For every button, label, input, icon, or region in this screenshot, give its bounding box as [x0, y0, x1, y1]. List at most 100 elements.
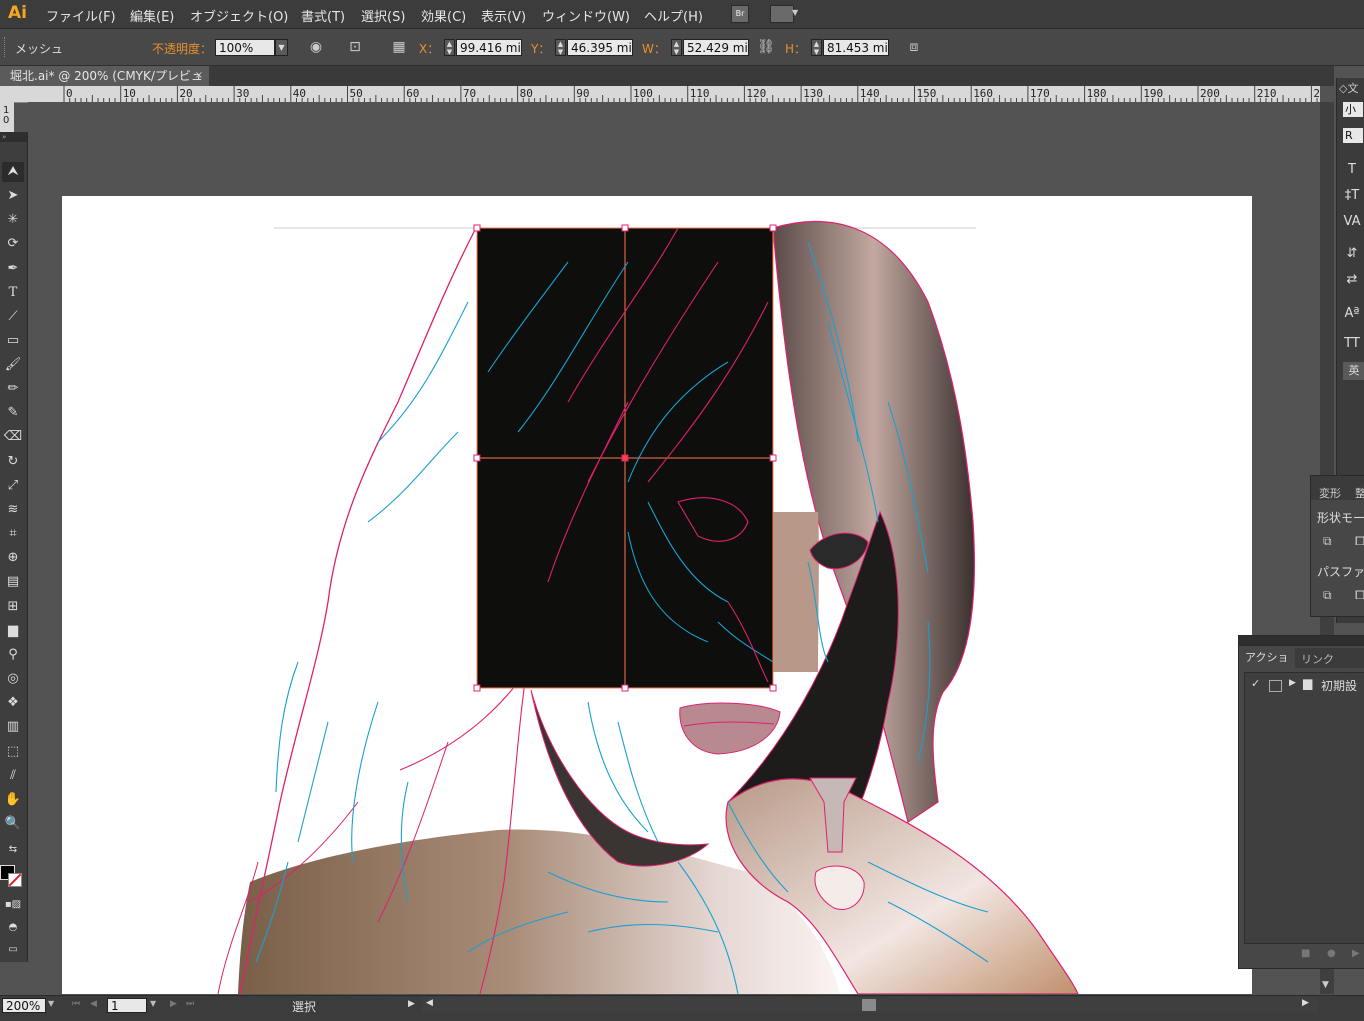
- selection-tool-icon[interactable]: ⮝: [2, 162, 24, 182]
- tab-links[interactable]: リンク: [1301, 651, 1334, 667]
- opacity-field[interactable]: 100%: [215, 39, 275, 56]
- stop-icon[interactable]: ■: [1301, 948, 1310, 959]
- record-icon[interactable]: ●: [1327, 948, 1336, 959]
- menu-help[interactable]: ヘルプ(H): [644, 6, 703, 25]
- dialog-toggle-icon[interactable]: [1269, 680, 1282, 692]
- first-artboard-icon[interactable]: ⏮: [72, 999, 80, 1009]
- screen-mode-icon[interactable]: ▭: [2, 940, 24, 960]
- horizontal-scale-icon[interactable]: ⇄: [1341, 270, 1363, 290]
- hand-tool-icon[interactable]: ✋: [2, 790, 24, 810]
- lasso-tool-icon[interactable]: ⟳: [2, 234, 24, 254]
- list-item[interactable]: ✓ ▶ ▆ 初期設: [1245, 675, 1364, 695]
- horizontal-ruler[interactable]: 0 10 20 30 40 50 60 70 80 90 100 110 120 130 140 150 160…: [14, 86, 1320, 103]
- y-field[interactable]: 46.395 mi: [567, 39, 633, 56]
- baseline-shift-icon[interactable]: Aª: [1341, 304, 1363, 324]
- unite-icon[interactable]: ⧉: [1323, 534, 1332, 549]
- close-icon[interactable]: ×: [195, 66, 203, 86]
- magic-wand-tool-icon[interactable]: ✳: [2, 210, 24, 230]
- zoom-tool-icon[interactable]: 🔍: [2, 814, 24, 834]
- warp-tool-icon[interactable]: ≋: [2, 500, 24, 520]
- bridge-icon[interactable]: Br: [731, 5, 749, 23]
- perspective-grid-tool-icon[interactable]: ▤: [2, 572, 24, 592]
- canvas-area[interactable]: [28, 102, 1320, 994]
- rectangle-tool-icon[interactable]: ▭: [2, 331, 24, 351]
- isolate-icon[interactable]: ⊡: [346, 38, 364, 56]
- play-icon[interactable]: ▶: [1352, 948, 1360, 959]
- slice-tool-icon[interactable]: ⫽: [2, 766, 24, 786]
- status-menu-icon[interactable]: ▶: [408, 999, 415, 1009]
- scale-tool-icon[interactable]: ⤢: [2, 476, 24, 496]
- w-field[interactable]: 52.429 mi: [683, 39, 749, 56]
- opacity-label[interactable]: 不透明度：: [152, 40, 212, 57]
- character-panel-tab[interactable]: ◇文: [1339, 80, 1358, 96]
- y-label[interactable]: Y：: [531, 40, 550, 57]
- artboard-dropdown-icon[interactable]: ▼: [150, 999, 156, 1008]
- line-tool-icon[interactable]: ⟋: [2, 307, 24, 327]
- menu-edit[interactable]: 編集(E): [130, 6, 174, 25]
- type-tool-icon[interactable]: T: [2, 283, 24, 303]
- tab-transform[interactable]: 変形: [1319, 485, 1341, 501]
- stroke-swatch[interactable]: [8, 873, 22, 887]
- minus-front-icon[interactable]: ⧠: [1355, 534, 1364, 549]
- artboard-tool-icon[interactable]: ⬚: [2, 742, 24, 762]
- menu-file[interactable]: ファイル(F): [46, 6, 116, 25]
- menu-view[interactable]: 表示(V): [481, 6, 526, 25]
- scroll-right-icon[interactable]: ▶: [1302, 998, 1309, 1008]
- rotate-tool-icon[interactable]: ↻: [2, 452, 24, 472]
- shape-builder-tool-icon[interactable]: ⊕: [2, 548, 24, 568]
- ruler-origin[interactable]: [0, 86, 14, 102]
- zoom-dropdown-icon[interactable]: ▼: [48, 999, 54, 1008]
- caps-icon[interactable]: TT: [1341, 334, 1363, 354]
- font-style-field[interactable]: R: [1343, 128, 1363, 143]
- artboard-number-field[interactable]: 1: [107, 998, 147, 1013]
- h-field[interactable]: 81.453 mi: [823, 39, 889, 56]
- blend-tool-icon[interactable]: ◎: [2, 669, 24, 689]
- x-label[interactable]: X：: [419, 40, 439, 57]
- last-artboard-icon[interactable]: ⏭: [186, 999, 194, 1009]
- mesh-tool-icon[interactable]: ⊞: [2, 597, 24, 617]
- next-artboard-icon[interactable]: ▶: [170, 999, 177, 1009]
- x-field[interactable]: 99.416 mi: [456, 39, 522, 56]
- tab-align[interactable]: 整: [1355, 485, 1364, 501]
- direct-selection-tool-icon[interactable]: ➤: [2, 186, 24, 206]
- w-label[interactable]: W：: [642, 40, 666, 57]
- y-stepper-icon[interactable]: ▲ ▼: [555, 39, 566, 56]
- vertical-scale-icon[interactable]: ⇵: [1341, 244, 1363, 264]
- horizontal-scrollbar[interactable]: ◀ ▶: [422, 997, 1318, 1013]
- symbol-sprayer-tool-icon[interactable]: ❖: [2, 693, 24, 713]
- divide-icon[interactable]: ⧉: [1323, 588, 1332, 603]
- prev-artboard-icon[interactable]: ◀: [90, 999, 97, 1009]
- swap-colors-icon[interactable]: ⇆: [2, 840, 24, 860]
- menu-type[interactable]: 書式(T): [301, 6, 345, 25]
- transform-icon[interactable]: ⧈: [905, 38, 923, 56]
- eraser-tool-icon[interactable]: ⌫: [2, 427, 24, 447]
- column-graph-tool-icon[interactable]: ▥: [2, 717, 24, 737]
- chevron-down-icon[interactable]: ▼: [792, 8, 798, 17]
- menu-object[interactable]: オブジェクト(O): [190, 6, 288, 25]
- gradient-tool-icon[interactable]: ▆: [2, 621, 24, 641]
- leading-icon[interactable]: ‡T: [1341, 186, 1363, 206]
- paintbrush-tool-icon[interactable]: 🖌: [2, 355, 24, 375]
- menu-effect[interactable]: 効果(C): [421, 6, 466, 25]
- eyedropper-tool-icon[interactable]: ⚲: [2, 645, 24, 665]
- pen-tool-icon[interactable]: ✒: [2, 259, 24, 279]
- font-size-icon[interactable]: T: [1341, 160, 1363, 180]
- x-stepper-icon[interactable]: ▲ ▼: [444, 39, 455, 56]
- h-stepper-icon[interactable]: ▲ ▼: [811, 39, 822, 56]
- vertical-ruler[interactable]: 1 0: [0, 102, 14, 132]
- pencil-tool-icon[interactable]: ✏: [2, 379, 24, 399]
- free-transform-tool-icon[interactable]: ⌗: [2, 524, 24, 544]
- zoom-field[interactable]: 200%: [2, 998, 46, 1013]
- recolor-icon[interactable]: ◉: [307, 38, 325, 56]
- color-mode-icon[interactable]: ▪▨: [2, 895, 24, 915]
- constrain-link-icon[interactable]: ⛓: [757, 38, 775, 56]
- tab-actions[interactable]: アクション: [1239, 648, 1295, 684]
- expand-triangle-icon[interactable]: ▶: [1289, 678, 1296, 688]
- scroll-thumb[interactable]: [862, 999, 876, 1011]
- draw-mode-icon[interactable]: ◓: [2, 918, 24, 938]
- scroll-down-icon[interactable]: ▼: [1322, 980, 1329, 990]
- grip-handle[interactable]: [4, 37, 8, 57]
- opacity-dropdown-icon[interactable]: ▼: [275, 39, 288, 56]
- workspace-layout-icon[interactable]: [770, 5, 794, 23]
- language-field[interactable]: 英: [1343, 362, 1364, 380]
